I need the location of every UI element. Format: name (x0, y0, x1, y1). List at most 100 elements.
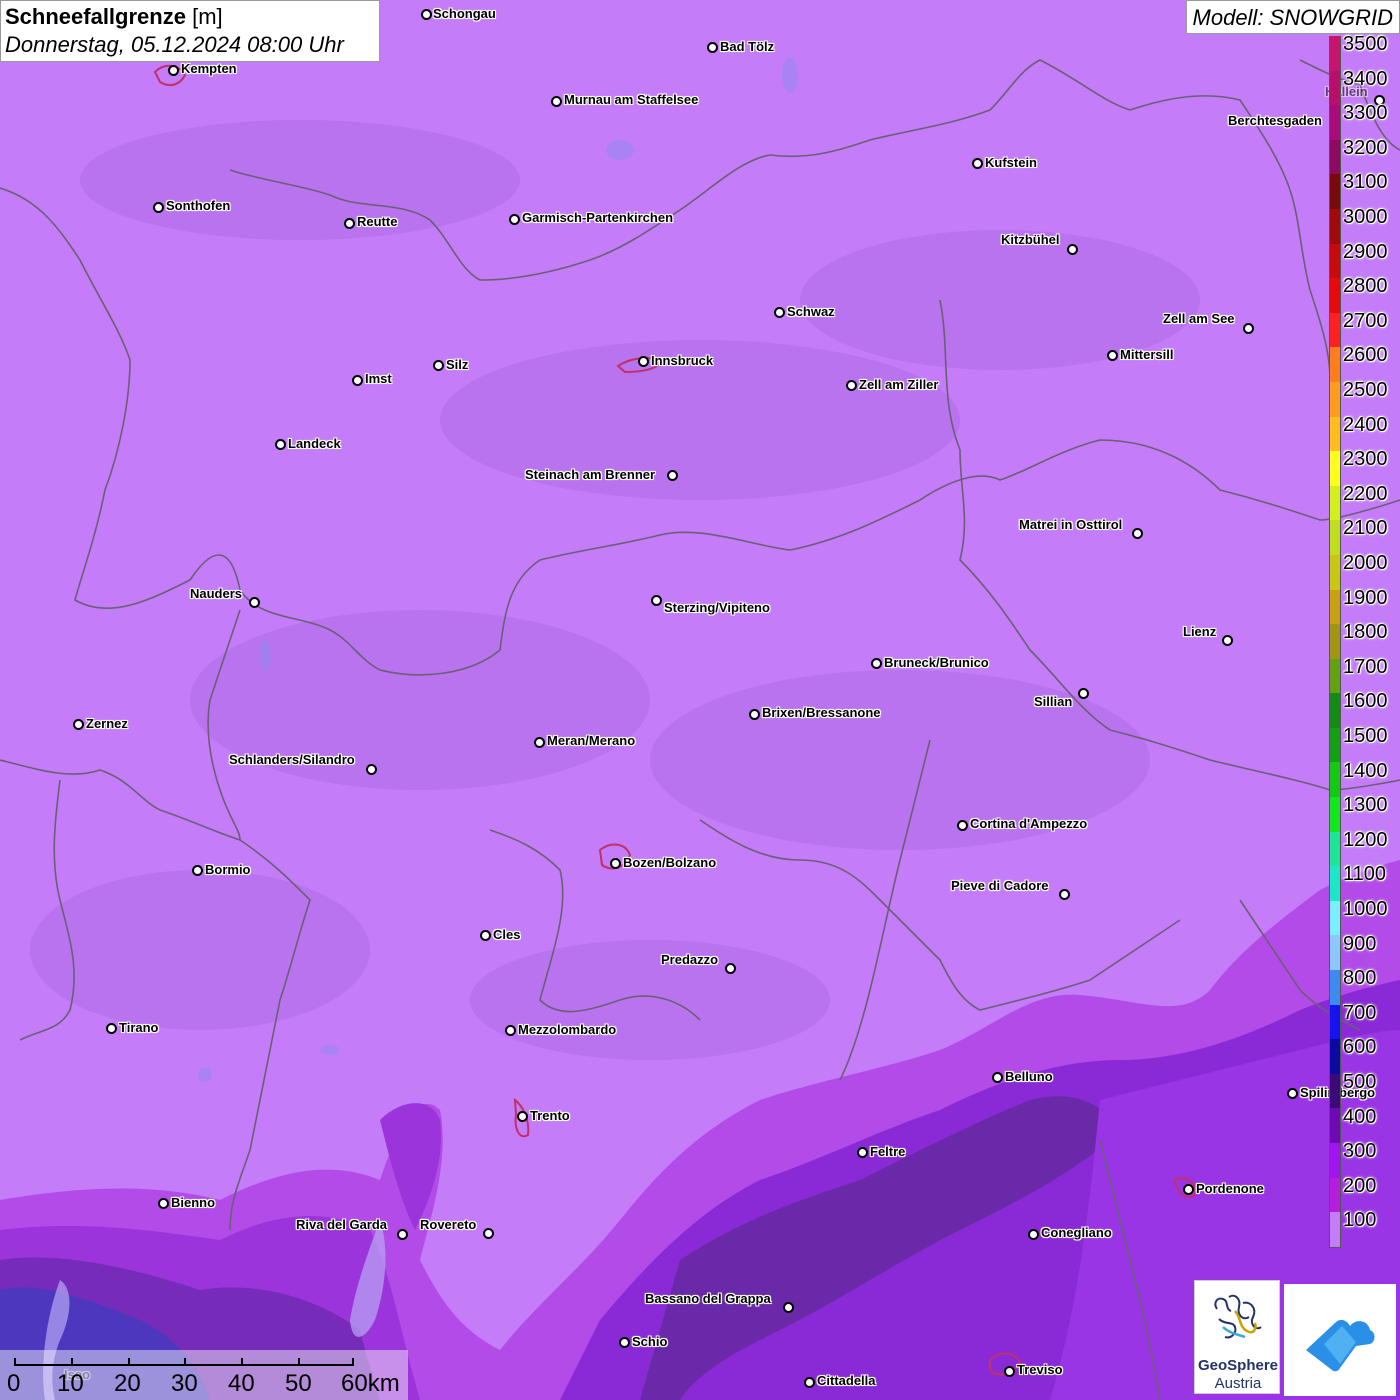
map-title: Schneefallgrenze [m] (5, 3, 375, 31)
city-marker-bozen[interactable] (610, 858, 621, 869)
legend-label-1600: 1600 (1343, 690, 1388, 713)
geosphere-austria-logo[interactable]: GeoSphere Austria (1194, 1280, 1280, 1394)
city-marker-zell-am-see[interactable] (1243, 323, 1254, 334)
city-marker-schio[interactable] (619, 1337, 630, 1348)
city-marker-bad-toelz[interactable] (707, 42, 718, 53)
legend-swatch-1300 (1329, 797, 1341, 832)
city-marker-imst[interactable] (352, 375, 363, 386)
city-marker-schlanders[interactable] (366, 764, 377, 775)
city-marker-conegliano[interactable] (1028, 1229, 1039, 1240)
scale-tick (184, 1358, 186, 1366)
snowfall-line-map[interactable]: Schongau Bad Tölz Kempten Murnau am Staf… (0, 0, 1400, 1400)
city-label-matrei: Matrei in Osttirol (1019, 517, 1123, 532)
city-marker-kufstein[interactable] (972, 158, 983, 169)
city-marker-cles[interactable] (480, 930, 491, 941)
city-label-kitzbuehel: Kitzbühel (1001, 232, 1060, 247)
city-marker-cortina[interactable] (957, 820, 968, 831)
city-marker-pordenone[interactable] (1183, 1184, 1194, 1195)
city-marker-riva[interactable] (397, 1229, 408, 1240)
city-label-kufstein: Kufstein (985, 155, 1037, 170)
city-marker-schwaz[interactable] (774, 307, 785, 318)
city-marker-zell-am-ziller[interactable] (846, 380, 857, 391)
city-marker-brixen[interactable] (749, 709, 760, 720)
city-label-garmisch: Garmisch-Partenkirchen (522, 210, 674, 225)
city-label-brixen: Brixen/Bressanone (762, 705, 881, 720)
city-label-cittadella: Cittadella (817, 1373, 876, 1388)
city-marker-bassano[interactable] (783, 1302, 794, 1313)
legend-swatch-500 (1329, 1073, 1341, 1109)
legend-swatch-3000 (1329, 208, 1341, 244)
city-marker-nauders[interactable] (249, 597, 260, 608)
legend-swatch-2700 (1329, 312, 1341, 348)
city-marker-lienz[interactable] (1222, 635, 1233, 646)
city-label-rovereto: Rovereto (420, 1217, 477, 1232)
city-marker-landeck[interactable] (275, 439, 286, 450)
legend-label-3300: 3300 (1343, 102, 1388, 125)
city-marker-rovereto[interactable] (483, 1228, 494, 1239)
city-marker-belluno[interactable] (992, 1072, 1003, 1083)
city-label-bad-toelz: Bad Tölz (720, 39, 775, 54)
city-marker-reutte[interactable] (344, 218, 355, 229)
legend-label-2100: 2100 (1343, 517, 1388, 540)
legend-swatch-300 (1329, 1143, 1341, 1178)
legend-label-1700: 1700 (1343, 655, 1388, 678)
city-marker-steinach[interactable] (667, 470, 678, 481)
city-label-mezzolombardo: Mezzolombardo (518, 1022, 617, 1037)
city-label-schlanders: Schlanders/Silandro (229, 752, 355, 767)
title-parameter: Schneefallgrenze (5, 4, 186, 29)
city-marker-predazzo[interactable] (725, 963, 736, 974)
legend-label-2400: 2400 (1343, 413, 1388, 436)
legend-label-1800: 1800 (1343, 621, 1388, 644)
city-marker-sterzing[interactable] (651, 595, 662, 606)
legend-label-2900: 2900 (1343, 240, 1388, 263)
city-marker-innsbruck[interactable] (638, 356, 649, 367)
city-label-zell-am-see: Zell am See (1163, 311, 1235, 326)
legend-swatch-3300 (1329, 105, 1341, 140)
legend-label-3100: 3100 (1343, 171, 1388, 194)
city-marker-sonthofen[interactable] (153, 202, 164, 213)
legend-label-100: 100 (1343, 1209, 1377, 1232)
city-marker-mittersill[interactable] (1107, 350, 1118, 361)
city-marker-matrei[interactable] (1132, 528, 1143, 539)
city-label-berchtesgaden: Berchtesgaden (1228, 113, 1322, 128)
city-marker-zernez[interactable] (73, 719, 84, 730)
city-marker-bormio[interactable] (192, 865, 203, 876)
city-marker-pieve[interactable] (1059, 889, 1070, 900)
city-marker-tirano[interactable] (106, 1023, 117, 1034)
city-label-pordenone: Pordenone (1196, 1181, 1264, 1196)
weather-service-logo[interactable] (1284, 1284, 1396, 1396)
city-marker-bruneck[interactable] (871, 658, 882, 669)
legend-swatch-100 (1329, 1212, 1341, 1247)
legend-swatch-1200 (1329, 831, 1341, 867)
city-marker-mezzolombardo[interactable] (505, 1025, 516, 1036)
scale-tick (298, 1358, 300, 1366)
city-marker-kitzbuehel[interactable] (1067, 244, 1078, 255)
city-label-pieve: Pieve di Cadore (951, 878, 1049, 893)
city-marker-cittadella[interactable] (804, 1377, 815, 1388)
city-marker-spilimbergo[interactable] (1287, 1088, 1298, 1099)
legend-label-2200: 2200 (1343, 482, 1388, 505)
city-marker-meran[interactable] (534, 737, 545, 748)
city-marker-bienno[interactable] (158, 1198, 169, 1209)
city-label-cles: Cles (493, 927, 521, 942)
city-marker-feltre[interactable] (857, 1147, 868, 1158)
legend-label-1200: 1200 (1343, 828, 1388, 851)
city-label-treviso: Treviso (1017, 1362, 1063, 1377)
city-marker-schongau[interactable] (421, 9, 432, 20)
legend-label-1300: 1300 (1343, 794, 1388, 817)
legend-label-200: 200 (1343, 1174, 1377, 1197)
model-label: Modell: SNOWGRID (1185, 0, 1400, 34)
city-marker-murnau[interactable] (551, 96, 562, 107)
city-marker-trento[interactable] (517, 1111, 528, 1122)
city-label-innsbruck: Innsbruck (651, 353, 714, 368)
city-label-predazzo: Predazzo (661, 952, 719, 967)
city-marker-silz[interactable] (433, 360, 444, 371)
city-marker-garmisch[interactable] (509, 214, 520, 225)
city-marker-treviso[interactable] (1004, 1366, 1015, 1377)
city-label-feltre: Feltre (870, 1144, 906, 1159)
city-label-bassano: Bassano del Grappa (645, 1291, 771, 1306)
city-marker-sillian[interactable] (1078, 688, 1089, 699)
legend-swatch-400 (1329, 1108, 1341, 1143)
city-marker-kempten[interactable] (168, 65, 179, 76)
legend-label-2500: 2500 (1343, 379, 1388, 401)
